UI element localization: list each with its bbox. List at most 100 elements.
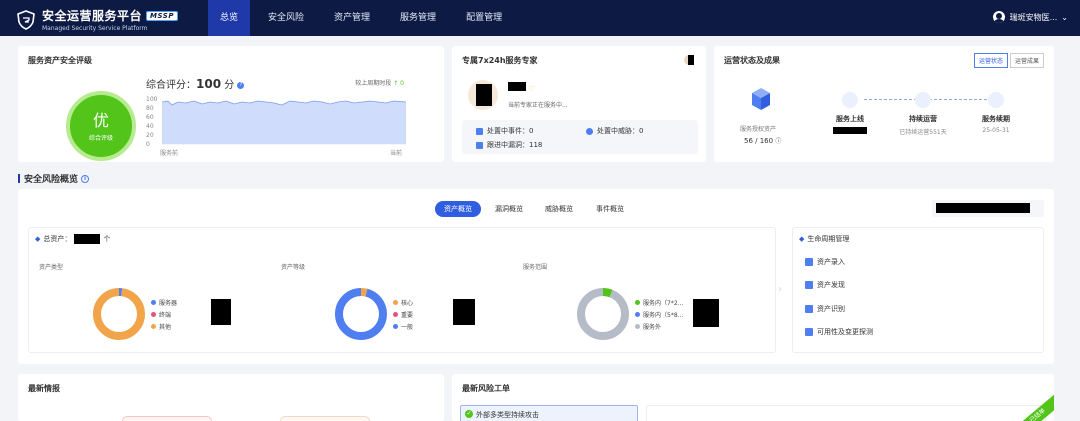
legend-dot bbox=[635, 300, 640, 305]
total-unit: 个 bbox=[103, 235, 111, 243]
card-title: 最新风险工单 bbox=[462, 384, 510, 393]
nav-security-risk[interactable]: 安全风险 bbox=[256, 0, 316, 36]
lifecycle-title-text: 生命周期管理 bbox=[807, 235, 850, 243]
intel-tag[interactable] bbox=[280, 416, 370, 421]
expert-card: 专属7x24h服务专家 ♡ 当前专家正在服务中... 处置中事件： 0 处置中威… bbox=[452, 46, 706, 162]
legend-item[interactable]: 服务器 bbox=[151, 298, 177, 307]
score-line: 综合评分：100 分 ? bbox=[146, 76, 245, 91]
legend-label: 服务外 bbox=[643, 324, 662, 331]
tab-asset-overview[interactable]: 资产概览 bbox=[435, 201, 481, 217]
chevron-right-icon[interactable]: › bbox=[778, 284, 782, 295]
legend-item[interactable]: 一般 bbox=[393, 322, 413, 331]
app-logo[interactable]: 安全运营服务平台 MSSP Managed Security Service P… bbox=[16, 7, 178, 32]
step-continuous-ops[interactable]: 持续运营 已持续运营551天 bbox=[894, 92, 952, 136]
score-compare: 较上周期时段 ↑ 0 bbox=[355, 78, 404, 87]
donut-segment[interactable] bbox=[93, 288, 145, 340]
lifecycle-label: 资产识别 bbox=[817, 305, 845, 313]
ticket-item[interactable]: ✓ 外部多类型持续攻击 bbox=[460, 405, 638, 421]
stat-value: 118 bbox=[529, 141, 543, 149]
redacted-block bbox=[693, 299, 719, 327]
chart-title: 资产等级 bbox=[281, 264, 306, 271]
lifecycle-label: 资产录入 bbox=[817, 258, 845, 266]
lifecycle-item-entry[interactable]: 资产录入 bbox=[805, 257, 845, 267]
lifecycle-item-discovery[interactable]: 资产发现 bbox=[805, 280, 845, 290]
total-assets: ◆ 总资产： 个 bbox=[35, 234, 110, 244]
legend-label: 服务内（5*8... bbox=[643, 312, 684, 319]
y-tick: 60 bbox=[146, 114, 154, 121]
shield-logo-icon bbox=[17, 9, 35, 30]
legend-dot bbox=[151, 300, 156, 305]
stat-threats[interactable]: 处置中威胁： 0 bbox=[586, 126, 643, 136]
nav-asset-management[interactable]: 资产管理 bbox=[322, 0, 382, 36]
redacted-block bbox=[476, 84, 492, 106]
legend-label: 终端 bbox=[159, 312, 172, 319]
lifecycle-panel: ◆ 生命周期管理 资产录入 资产发现 资产识别 可用性及变更探测 bbox=[792, 227, 1044, 353]
info-icon[interactable]: i bbox=[81, 174, 90, 183]
chart-title: 资产类型 bbox=[39, 264, 64, 271]
legend-item[interactable]: 服务内（5*8... bbox=[635, 310, 683, 319]
threat-icon bbox=[586, 127, 593, 135]
risk-tickets-card: 最新风险工单 ✓ 外部多类型持续攻击 已结单 bbox=[452, 374, 1054, 421]
user-avatar-icon bbox=[992, 11, 1005, 23]
search-box[interactable] bbox=[932, 200, 1044, 217]
security-eval-card: 服务资产安全评级 优 综合评级 综合评分：100 分 ? 较上周期时段 ↑ 0 … bbox=[18, 46, 444, 162]
lifecycle-item-probe[interactable]: 可用性及变更探测 bbox=[805, 327, 873, 337]
redacted-block bbox=[936, 203, 1030, 213]
x-end-label: 当前 bbox=[390, 150, 403, 157]
legend-item[interactable]: 服务外 bbox=[635, 322, 683, 331]
tab-vuln-overview[interactable]: 漏洞概览 bbox=[486, 201, 532, 217]
user-name: 瑞斑安物医... bbox=[1009, 12, 1058, 22]
card-title: 专属7x24h服务专家 bbox=[462, 56, 538, 65]
incident-icon bbox=[476, 127, 483, 135]
stat-label: 跟进中漏洞： bbox=[487, 141, 529, 149]
service-scope-donut bbox=[577, 288, 629, 340]
intel-tag[interactable] bbox=[122, 416, 212, 421]
tab-ops-status[interactable]: 运营状态 bbox=[973, 53, 1008, 68]
nav-service-management[interactable]: 服务管理 bbox=[388, 0, 448, 36]
stat-incidents[interactable]: 处置中事件： 0 bbox=[476, 126, 533, 136]
assets-value: 56 / 160 ⓘ bbox=[744, 136, 781, 145]
legend-label: 服务内（7*2... bbox=[643, 300, 684, 307]
help-icon[interactable]: ? bbox=[237, 81, 245, 89]
trend-area bbox=[162, 101, 406, 144]
chevron-down-icon: ⌄ bbox=[1061, 12, 1068, 22]
step-service-online[interactable]: 服务上线 bbox=[830, 92, 870, 136]
legend-item[interactable]: 服务内（7*2... bbox=[635, 298, 683, 307]
info-icon[interactable]: ⓘ bbox=[775, 138, 781, 145]
step-renewal[interactable]: 服务续期 25-05-31 bbox=[976, 92, 1016, 134]
step-sub: 25-05-31 bbox=[982, 127, 1010, 134]
app-subtitle: Managed Security Service Platform bbox=[42, 25, 148, 32]
nav-config-management[interactable]: 配置管理 bbox=[454, 0, 514, 36]
legend-item[interactable]: 终端 bbox=[151, 310, 177, 319]
score-value: 100 bbox=[196, 77, 222, 91]
asset-level-donut bbox=[335, 288, 387, 340]
legend: 服务器 终端 其他 bbox=[151, 298, 177, 334]
assets-value-text: 56 / 160 bbox=[744, 137, 774, 145]
nav-overview[interactable]: 总览 bbox=[208, 0, 251, 36]
bullet-icon: ◆ bbox=[35, 235, 41, 243]
stat-vulns[interactable]: 跟进中漏洞： 118 bbox=[476, 140, 542, 150]
tab-ops-results[interactable]: 运营成果 bbox=[1009, 53, 1044, 68]
server-icon bbox=[842, 92, 858, 108]
ticket-detail-panel bbox=[646, 405, 1046, 421]
monitor-icon bbox=[915, 92, 931, 108]
legend-dot bbox=[151, 324, 156, 329]
x-start-label: 服务前 bbox=[160, 150, 179, 157]
legend: 核心 重要 一般 bbox=[393, 298, 413, 334]
legend-item[interactable]: 重要 bbox=[393, 310, 413, 319]
chart-title: 服务范围 bbox=[523, 264, 548, 271]
legend-dot bbox=[151, 312, 156, 317]
lifecycle-item-identify[interactable]: 资产识别 bbox=[805, 304, 845, 314]
legend-dot bbox=[393, 300, 398, 305]
donut-segment[interactable] bbox=[577, 288, 629, 340]
legend-item[interactable]: 其他 bbox=[151, 322, 177, 331]
legend-item[interactable]: 核心 bbox=[393, 298, 413, 307]
y-tick: 80 bbox=[146, 105, 154, 112]
tab-threat-overview[interactable]: 威胁概览 bbox=[536, 201, 582, 217]
lifecycle-title: ◆ 生命周期管理 bbox=[799, 234, 849, 244]
donut-segment[interactable] bbox=[335, 288, 387, 340]
tab-event-overview[interactable]: 事件概览 bbox=[587, 201, 633, 217]
ticket-title: 外部多类型持续攻击 bbox=[476, 411, 539, 419]
card-title: 最新情报 bbox=[28, 384, 60, 393]
user-menu[interactable]: 瑞斑安物医... ⌄ bbox=[992, 11, 1068, 23]
